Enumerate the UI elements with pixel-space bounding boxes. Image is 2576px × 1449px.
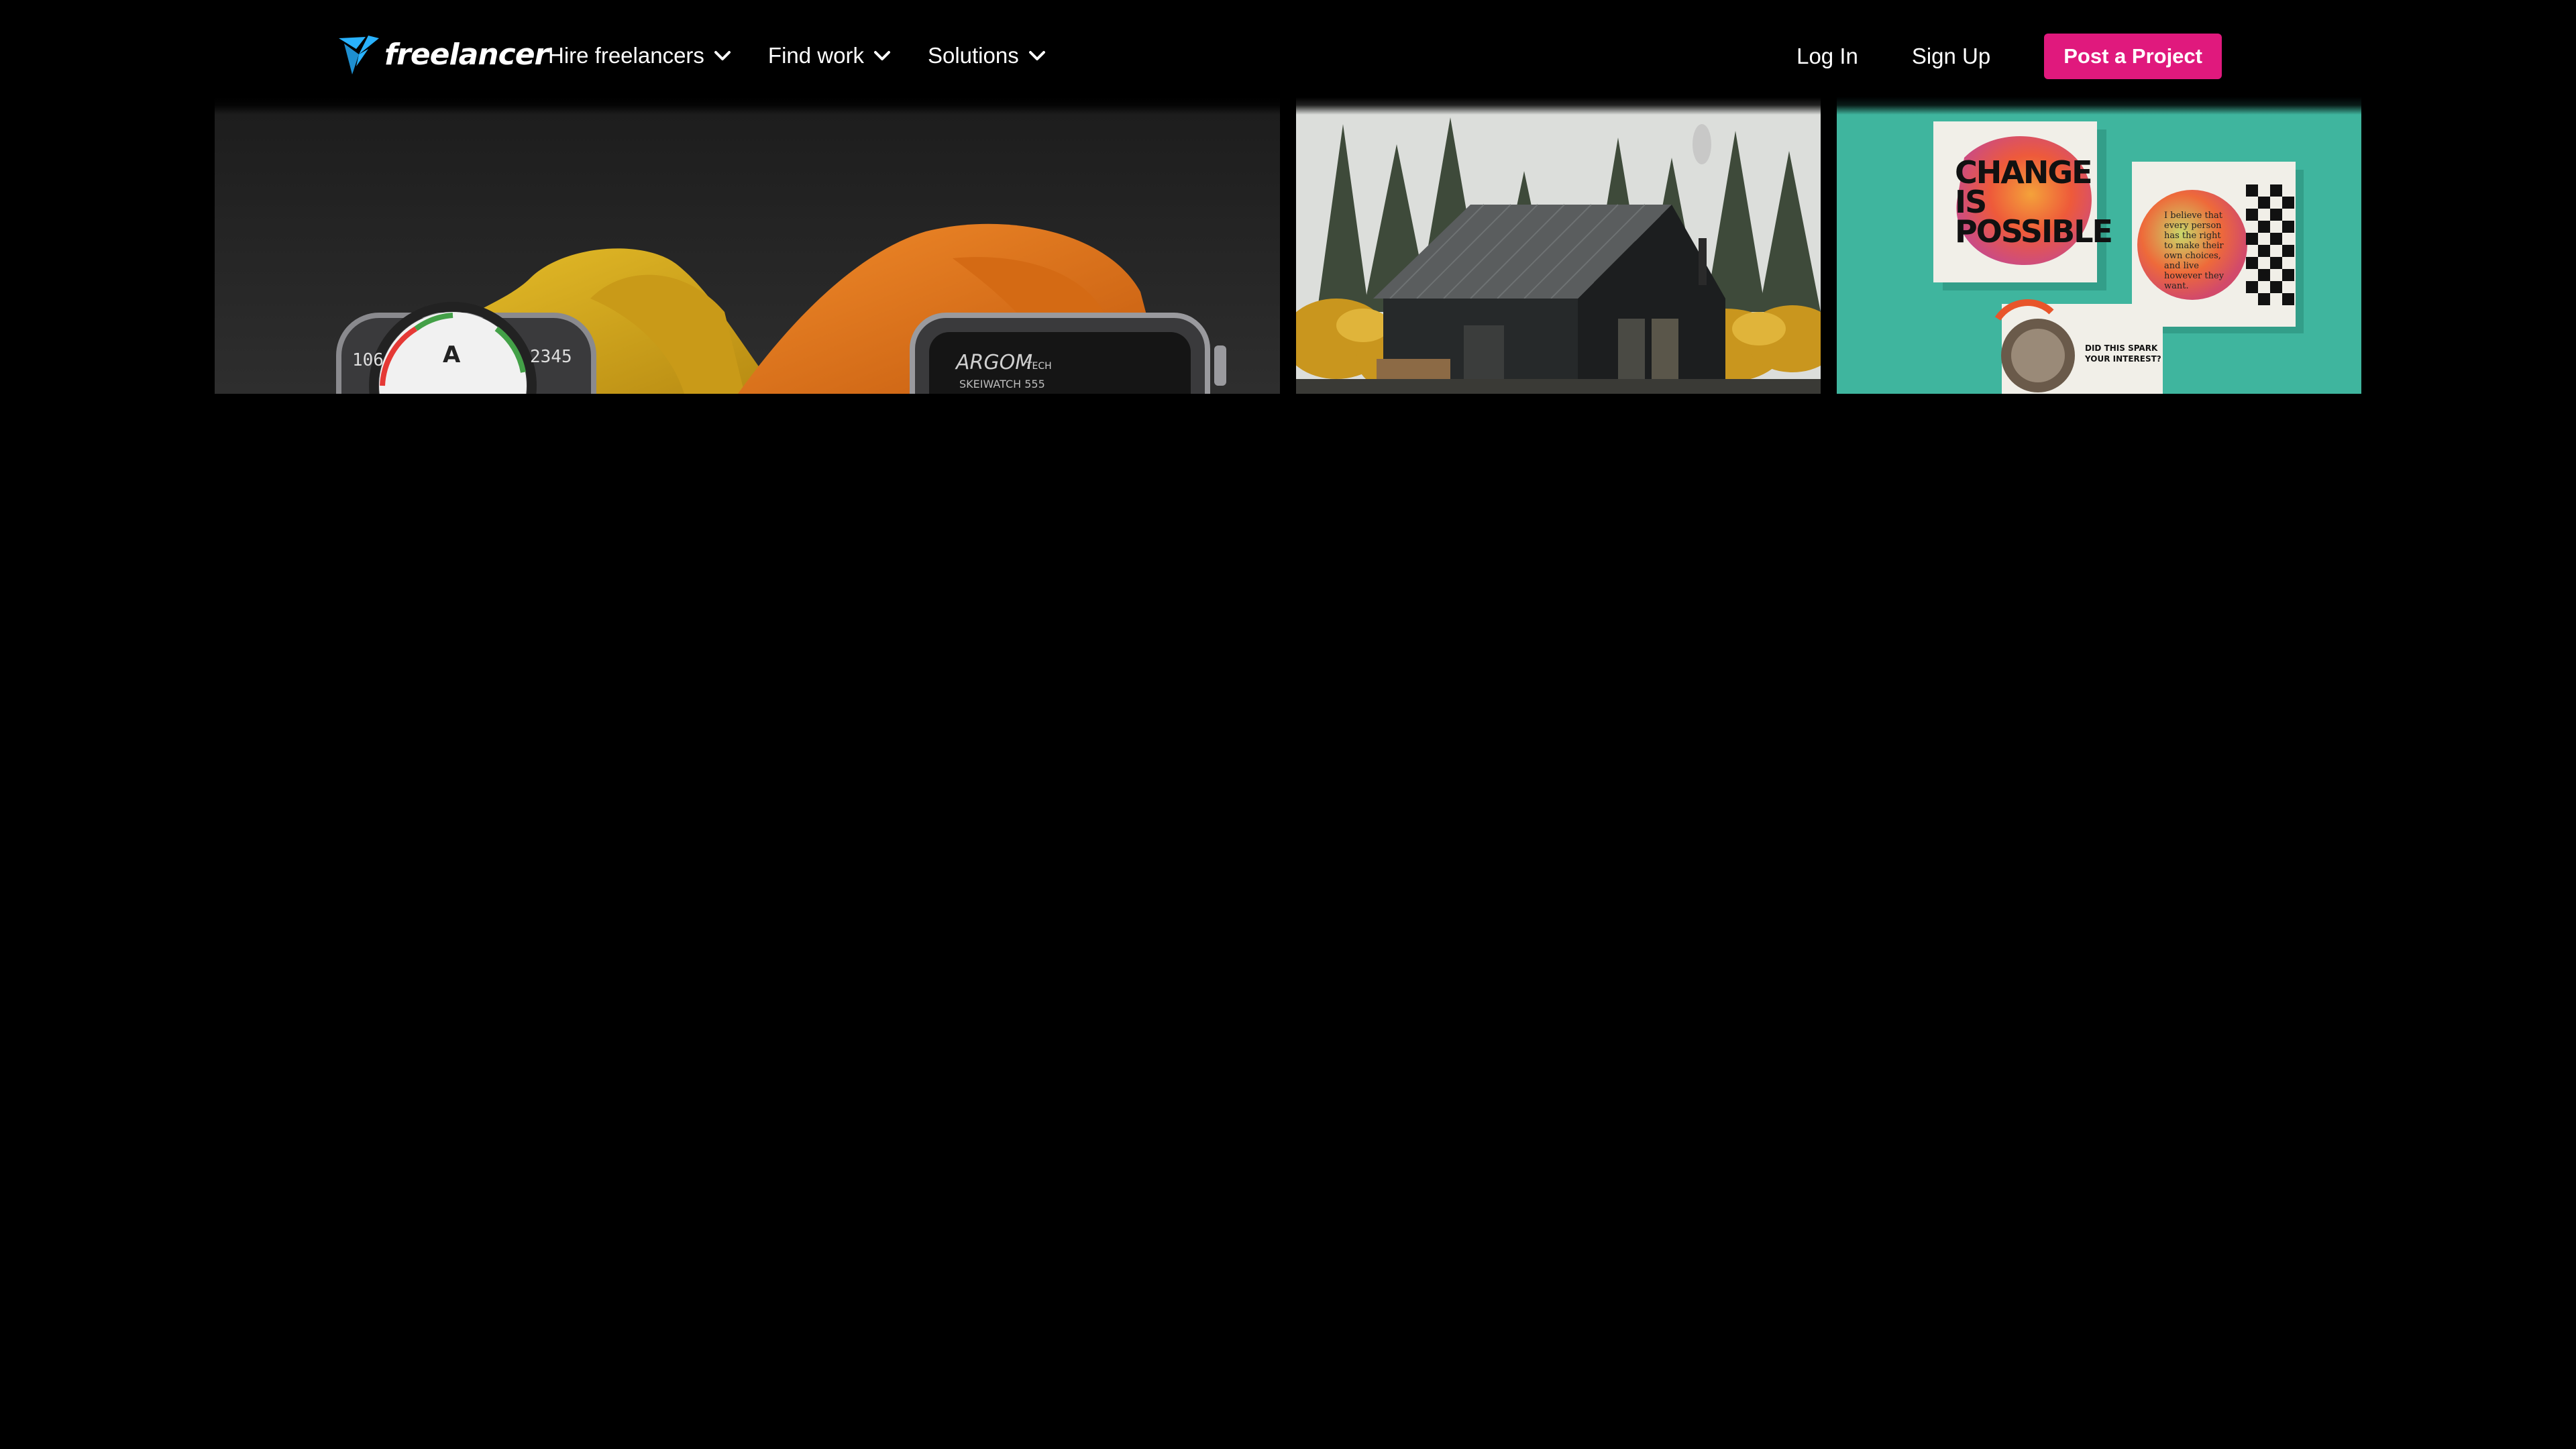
nav-label: Hire freelancers <box>548 43 704 68</box>
freelancer-logo[interactable]: freelancer <box>339 34 549 76</box>
nav-hire-freelancers[interactable]: Hire freelancers <box>548 43 731 68</box>
cabin-image <box>1296 97 1821 394</box>
chevron-down-icon <box>1028 50 1046 61</box>
watch-dial-number: 106 <box>352 350 384 370</box>
poster-quote-line: want. <box>2164 281 2189 291</box>
tile-top-fade <box>215 97 1280 115</box>
poster-headline: POSSIBLE <box>1955 213 2112 250</box>
watch-brand-text: ARGOM <box>955 351 1032 374</box>
gallery-tile-cabin[interactable] <box>1296 97 1821 394</box>
page: freelancer Hire freelancers Find work So… <box>0 0 2576 1449</box>
poster-card-line: YOUR INTEREST? <box>2084 354 2161 364</box>
auth-links: Log In Sign Up Post a Project <box>1796 34 2222 79</box>
poster-quote-line: and live <box>2164 261 2199 271</box>
showcase-gallery: 106 2345 A ARGOM TECH SKEIWATCH 555 CHAN… <box>215 97 2361 394</box>
watch-model-text: SKEIWATCH 555 <box>959 378 1045 390</box>
svg-text:A: A <box>443 341 461 368</box>
gallery-tile-smartwatch[interactable]: 106 2345 A ARGOM TECH SKEIWATCH 555 <box>215 97 1280 394</box>
poster-quote-line: own choices, <box>2164 251 2221 261</box>
chevron-down-icon <box>873 50 891 61</box>
watch-dial-number: 2345 <box>530 347 572 367</box>
nav-solutions[interactable]: Solutions <box>928 43 1046 68</box>
smartwatch-image: 106 2345 A ARGOM TECH SKEIWATCH 555 <box>215 97 1280 394</box>
watch-brand-suffix: TECH <box>1026 361 1052 372</box>
logo-wordmark: freelancer <box>384 37 549 72</box>
poster-quote-line: every person <box>2164 221 2222 231</box>
tile-top-fade <box>1837 97 2361 115</box>
bird-logo-icon <box>339 36 379 74</box>
poster-quote-line: however they <box>2164 271 2224 281</box>
signup-link[interactable]: Sign Up <box>1912 44 1990 69</box>
login-link[interactable]: Log In <box>1796 44 1858 69</box>
site-header: freelancer Hire freelancers Find work So… <box>0 0 2576 111</box>
post-project-button[interactable]: Post a Project <box>2044 34 2222 79</box>
poster-quote-line: to make their <box>2164 241 2224 251</box>
main-nav: Hire freelancers Find work Solutions <box>548 35 1083 76</box>
gallery-tile-poster[interactable]: CHANGE IS POSSIBLE I believe that every … <box>1837 97 2361 394</box>
poster-quote-line: has the right <box>2164 231 2221 241</box>
poster-card-line: DID THIS SPARK <box>2085 343 2158 353</box>
nav-label: Solutions <box>927 43 1019 68</box>
nav-find-work[interactable]: Find work <box>768 43 891 68</box>
tile-top-fade <box>1296 97 1821 115</box>
nav-label: Find work <box>767 43 864 68</box>
poster-image: CHANGE IS POSSIBLE I believe that every … <box>1837 97 2361 394</box>
poster-quote-line: I believe that <box>2164 211 2223 221</box>
chevron-down-icon <box>714 50 731 61</box>
